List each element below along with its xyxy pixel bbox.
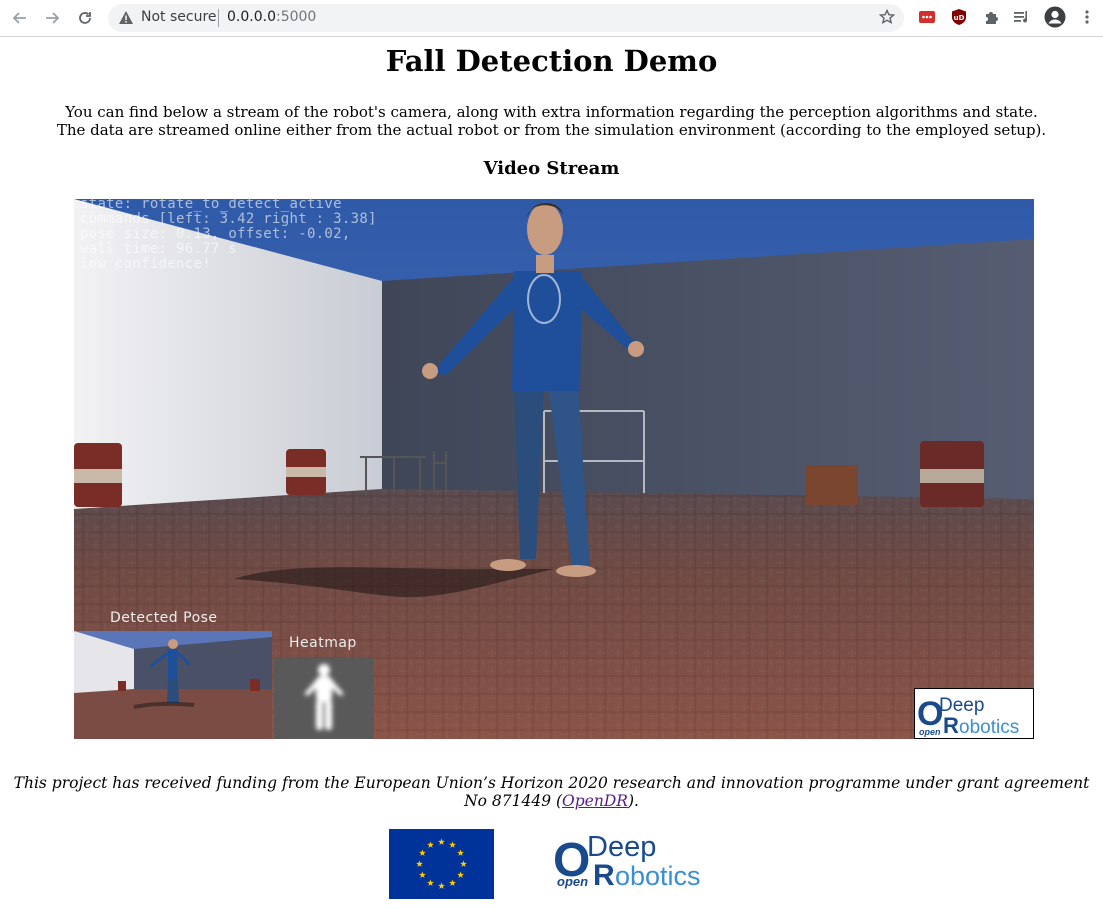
extension-icon[interactable] — [917, 7, 937, 27]
eu-star — [457, 849, 464, 856]
section-title: Video Stream — [483, 158, 620, 179]
profile-icon[interactable] — [1043, 5, 1067, 29]
eu-star — [460, 860, 467, 867]
eu-star — [438, 838, 445, 845]
svg-text:uD: uD — [954, 14, 965, 22]
browser-toolbar: Not secure 0.0.0.0:5000 uD — [0, 0, 1103, 37]
eu-star — [449, 841, 456, 848]
barrel — [286, 449, 326, 495]
eu-star — [416, 860, 423, 867]
detected-pose-thumbnail — [74, 631, 272, 739]
barrel — [74, 443, 122, 507]
menu-icon[interactable] — [1077, 7, 1097, 27]
puzzle-icon[interactable] — [981, 7, 1001, 27]
back-icon[interactable] — [8, 6, 32, 30]
funding-note: This project has received funding from t… — [0, 774, 1103, 810]
opendr-logo: O Deep open R obotics — [553, 828, 723, 892]
intro-text: You can find below a stream of the robot… — [0, 103, 1103, 139]
overlay-line: commands [left: 3.42 right : 3.38] — [80, 211, 377, 227]
funding-text: This project has received funding from t… — [13, 774, 1090, 810]
logo-letter: R — [593, 859, 615, 892]
divider — [218, 9, 219, 27]
eu-stars — [416, 838, 467, 889]
warning-icon[interactable] — [118, 10, 134, 30]
overlay-line: wall time: 96.77 s — [80, 241, 238, 257]
opendr-link[interactable]: OpenDR — [562, 792, 628, 810]
logo-text: open — [557, 874, 588, 889]
eu-flag — [389, 829, 494, 899]
eu-star — [419, 849, 426, 856]
logo-text: obotics — [959, 717, 1019, 738]
eu-star — [449, 879, 456, 886]
eu-star — [457, 871, 464, 878]
eu-star — [419, 871, 426, 878]
status-overlay: state: rotate_to_detect_active commands … — [80, 199, 377, 272]
eu-star — [427, 841, 434, 848]
logo-letter: R — [943, 713, 959, 738]
intro-line: The data are streamed online either from… — [56, 121, 1047, 139]
barrel — [920, 441, 984, 507]
ublock-icon[interactable]: uD — [949, 7, 969, 27]
overlay-line: low confidence! — [80, 256, 211, 272]
eu-star — [438, 882, 445, 889]
logo-text: open — [919, 727, 941, 737]
forward-icon[interactable] — [40, 6, 64, 30]
eu-star — [427, 879, 434, 886]
crate — [806, 465, 858, 505]
logo-text: obotics — [615, 861, 701, 891]
address-bar[interactable]: Not secure 0.0.0.0:5000 — [108, 4, 904, 32]
detected-pose-label: Detected Pose — [110, 610, 218, 626]
heatmap-thumbnail — [274, 658, 374, 739]
opendr-logo: O Deep open R obotics — [914, 688, 1034, 739]
overlay-line: pose size: 0.13, offset: -0.02, — [80, 226, 351, 242]
security-status[interactable]: Not secure — [141, 9, 217, 25]
intro-line: You can find below a stream of the robot… — [65, 103, 1038, 121]
funding-text: ). — [627, 792, 639, 810]
heatmap-label: Heatmap — [289, 635, 357, 651]
reload-icon[interactable] — [73, 6, 97, 30]
page-title: Fall Detection Demo — [385, 44, 718, 78]
media-icon[interactable] — [1012, 7, 1032, 27]
video-stream: state: rotate_to_detect_active commands … — [74, 199, 1034, 739]
star-icon[interactable] — [878, 8, 896, 29]
url-text[interactable]: 0.0.0.0:5000 — [227, 9, 316, 25]
